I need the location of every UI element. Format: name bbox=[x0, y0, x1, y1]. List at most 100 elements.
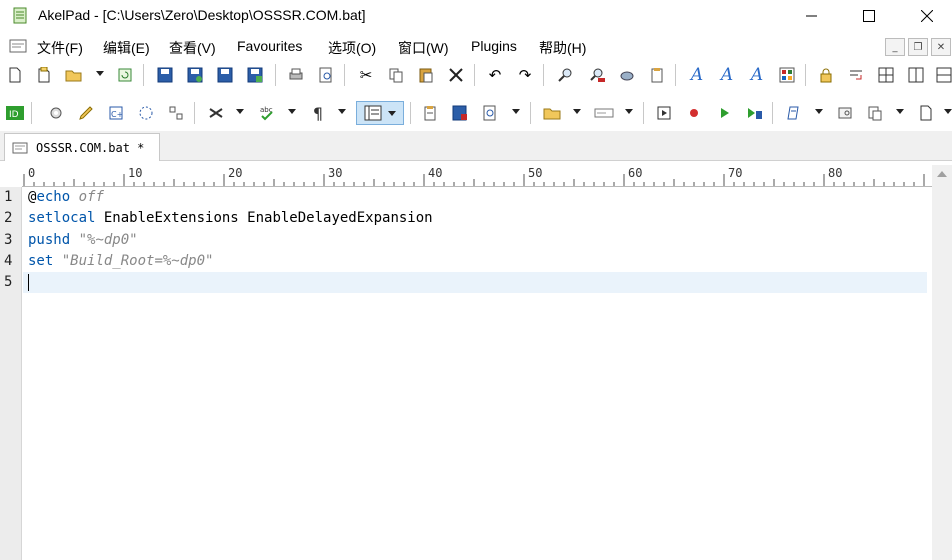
recode-button[interactable] bbox=[645, 63, 669, 87]
scissors-icon: ✂ bbox=[359, 66, 373, 84]
save-button[interactable] bbox=[153, 63, 177, 87]
menu-plugins[interactable]: Plugins bbox=[471, 38, 517, 54]
chevron-down-icon[interactable] bbox=[573, 109, 581, 114]
save-as-button[interactable] bbox=[183, 63, 207, 87]
code-line[interactable]: set "Build_Root=%~dp0" bbox=[28, 253, 213, 269]
hex-sel-button[interactable] bbox=[833, 101, 857, 125]
plugin-coder-button[interactable]: C+ bbox=[104, 101, 128, 125]
font-button[interactable]: A bbox=[685, 63, 709, 87]
plugin-exec-button[interactable]: ID bbox=[3, 101, 27, 125]
goto-button[interactable] bbox=[615, 63, 639, 87]
document-system-icon[interactable] bbox=[9, 39, 27, 53]
chevron-down-icon[interactable] bbox=[625, 109, 633, 114]
copy-path-button[interactable] bbox=[863, 101, 887, 125]
chevron-down-icon[interactable] bbox=[288, 109, 296, 114]
save-session-button[interactable] bbox=[243, 63, 267, 87]
color-theme-button[interactable] bbox=[775, 63, 799, 87]
plugin-close-tags-button[interactable] bbox=[204, 101, 228, 125]
minimize-button[interactable] bbox=[789, 0, 835, 32]
delete-button[interactable] bbox=[444, 63, 468, 87]
sessions-button[interactable] bbox=[782, 101, 806, 125]
plugin-autocomplete-button[interactable] bbox=[134, 101, 158, 125]
editor-area[interactable]: 0 10 20 30 40 50 60 70 80 1 2 3 4 5 @ech… bbox=[0, 162, 952, 560]
paste-button[interactable] bbox=[414, 63, 438, 87]
search-icon bbox=[558, 68, 572, 82]
line-board-button[interactable] bbox=[356, 101, 404, 125]
plugin-scripts-button[interactable] bbox=[44, 101, 68, 125]
vertical-scrollbar[interactable] bbox=[932, 165, 952, 560]
code-line[interactable]: setlocal EnableExtensions EnableDelayedE… bbox=[28, 210, 433, 226]
menu-edit[interactable]: 编辑(E) bbox=[103, 38, 150, 58]
restore-icon: ❐ bbox=[913, 41, 923, 53]
menu-file[interactable]: 文件(F) bbox=[37, 38, 83, 58]
mdi-close-button[interactable]: ✕ bbox=[931, 38, 951, 56]
menu-options[interactable]: 选项(O) bbox=[328, 38, 376, 58]
show-symbols-button[interactable]: ¶ bbox=[306, 101, 330, 125]
word-wrap-button[interactable] bbox=[844, 63, 868, 87]
print-button[interactable] bbox=[284, 63, 308, 87]
chevron-down-icon[interactable] bbox=[815, 109, 823, 114]
macro-play-button[interactable] bbox=[652, 101, 676, 125]
menu-help[interactable]: 帮助(H) bbox=[539, 38, 586, 58]
menu-window[interactable]: 窗口(W) bbox=[398, 38, 449, 58]
scroll-up-icon[interactable] bbox=[937, 171, 947, 177]
code-text: EnableExtensions EnableDelayedExpansion bbox=[95, 210, 433, 226]
more-tools-button[interactable] bbox=[914, 101, 938, 125]
find-button[interactable] bbox=[553, 63, 577, 87]
save-file-button[interactable] bbox=[448, 101, 472, 125]
save-all-button[interactable] bbox=[213, 63, 237, 87]
menu-view[interactable]: 查看(V) bbox=[169, 38, 216, 58]
sessions-icon bbox=[787, 106, 799, 120]
clipboard-history-button[interactable] bbox=[418, 101, 442, 125]
explorer-button[interactable] bbox=[540, 101, 564, 125]
plugin-format-button[interactable] bbox=[164, 101, 188, 125]
save-icon bbox=[157, 67, 173, 83]
chevron-down-icon[interactable] bbox=[512, 109, 520, 114]
line-board-icon bbox=[364, 105, 382, 121]
code-line[interactable]: pushd "%~dp0" bbox=[28, 232, 138, 248]
macro-record-button[interactable] bbox=[682, 101, 706, 125]
spellcheck-button[interactable]: abc bbox=[256, 101, 280, 125]
new-file-button[interactable] bbox=[3, 63, 27, 87]
tab-label: OSSSR.COM.bat * bbox=[36, 140, 145, 155]
templates-button[interactable] bbox=[592, 101, 616, 125]
plugin-highlight-button[interactable] bbox=[74, 101, 98, 125]
open-button[interactable] bbox=[62, 63, 86, 87]
chevron-down-icon[interactable] bbox=[96, 71, 104, 76]
reopen-button[interactable] bbox=[113, 63, 137, 87]
chevron-down-icon[interactable] bbox=[896, 109, 904, 114]
tab-osssr-com-bat[interactable]: OSSSR.COM.bat * bbox=[4, 133, 160, 161]
preview-button[interactable] bbox=[478, 101, 502, 125]
copy-button[interactable] bbox=[384, 63, 408, 87]
undo-button[interactable]: ↶ bbox=[483, 63, 507, 87]
font-decrease-icon: A bbox=[750, 65, 764, 85]
new-window-button[interactable] bbox=[32, 63, 56, 87]
chevron-down-icon[interactable] bbox=[236, 109, 244, 114]
font-increase-button[interactable]: A bbox=[715, 63, 739, 87]
mdi-minimize-button[interactable]: _ bbox=[885, 38, 905, 56]
cut-button[interactable]: ✂ bbox=[354, 63, 378, 87]
chevron-down-icon[interactable] bbox=[338, 109, 346, 114]
current-line-highlight bbox=[23, 272, 927, 293]
read-only-button[interactable] bbox=[814, 63, 838, 87]
title-bar: AkelPad - [C:\Users\Zero\Desktop\OSSSR.C… bbox=[0, 0, 952, 32]
redo-button[interactable]: ↷ bbox=[513, 63, 537, 87]
run-to-end-button[interactable] bbox=[742, 101, 766, 125]
chevron-down-icon[interactable] bbox=[944, 109, 952, 114]
template-icon bbox=[594, 108, 614, 118]
reload-icon bbox=[118, 68, 132, 82]
replace-button[interactable] bbox=[585, 63, 609, 87]
mdi-restore-button[interactable]: ❐ bbox=[908, 38, 928, 56]
menu-favourites[interactable]: Favourites bbox=[237, 38, 302, 54]
split-horizontal-button[interactable] bbox=[932, 63, 952, 87]
split-window-button[interactable] bbox=[874, 63, 898, 87]
close-button[interactable] bbox=[904, 0, 950, 32]
maximize-button[interactable] bbox=[846, 0, 892, 32]
split-vertical-button[interactable] bbox=[904, 63, 928, 87]
split-horizontal-icon bbox=[936, 67, 952, 83]
code-line[interactable]: @echo off bbox=[28, 189, 104, 205]
print-preview-button[interactable] bbox=[314, 63, 338, 87]
font-decrease-button[interactable]: A bbox=[745, 63, 769, 87]
run-button[interactable] bbox=[712, 101, 736, 125]
